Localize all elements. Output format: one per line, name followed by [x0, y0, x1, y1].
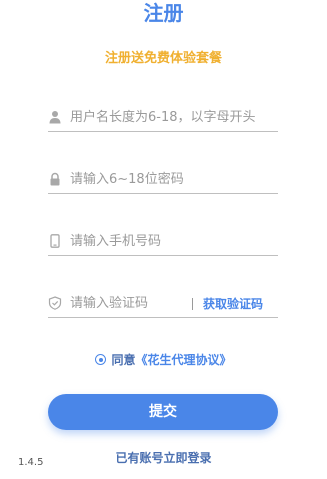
phone-field [48, 229, 278, 256]
agreement-label: 同意 [111, 353, 136, 367]
submit-button[interactable]: 提交 [48, 394, 278, 430]
agreement-row: 同意《花生代理协议》 [0, 351, 327, 369]
verification-code-field: 获取验证码 [48, 291, 278, 318]
promo-text: 注册送免费体验套餐 [104, 51, 222, 66]
username-input[interactable] [70, 107, 275, 127]
user-icon [48, 110, 62, 124]
shield-check-icon [48, 296, 62, 310]
phone-input[interactable] [70, 231, 275, 251]
page-title: 注册 [143, 1, 184, 25]
username-field [48, 105, 278, 132]
get-code-button[interactable]: 获取验证码 [203, 294, 263, 314]
phone-icon [48, 234, 62, 248]
agreement-radio[interactable] [95, 354, 107, 365]
lock-icon [48, 172, 62, 186]
code-divider [192, 298, 193, 310]
password-field [48, 167, 278, 194]
verification-code-input[interactable] [70, 293, 190, 313]
login-link[interactable]: 已有账号立即登录 [0, 449, 327, 467]
password-input[interactable] [70, 169, 275, 189]
agreement-link[interactable]: 《花生代理协议》 [136, 353, 232, 367]
